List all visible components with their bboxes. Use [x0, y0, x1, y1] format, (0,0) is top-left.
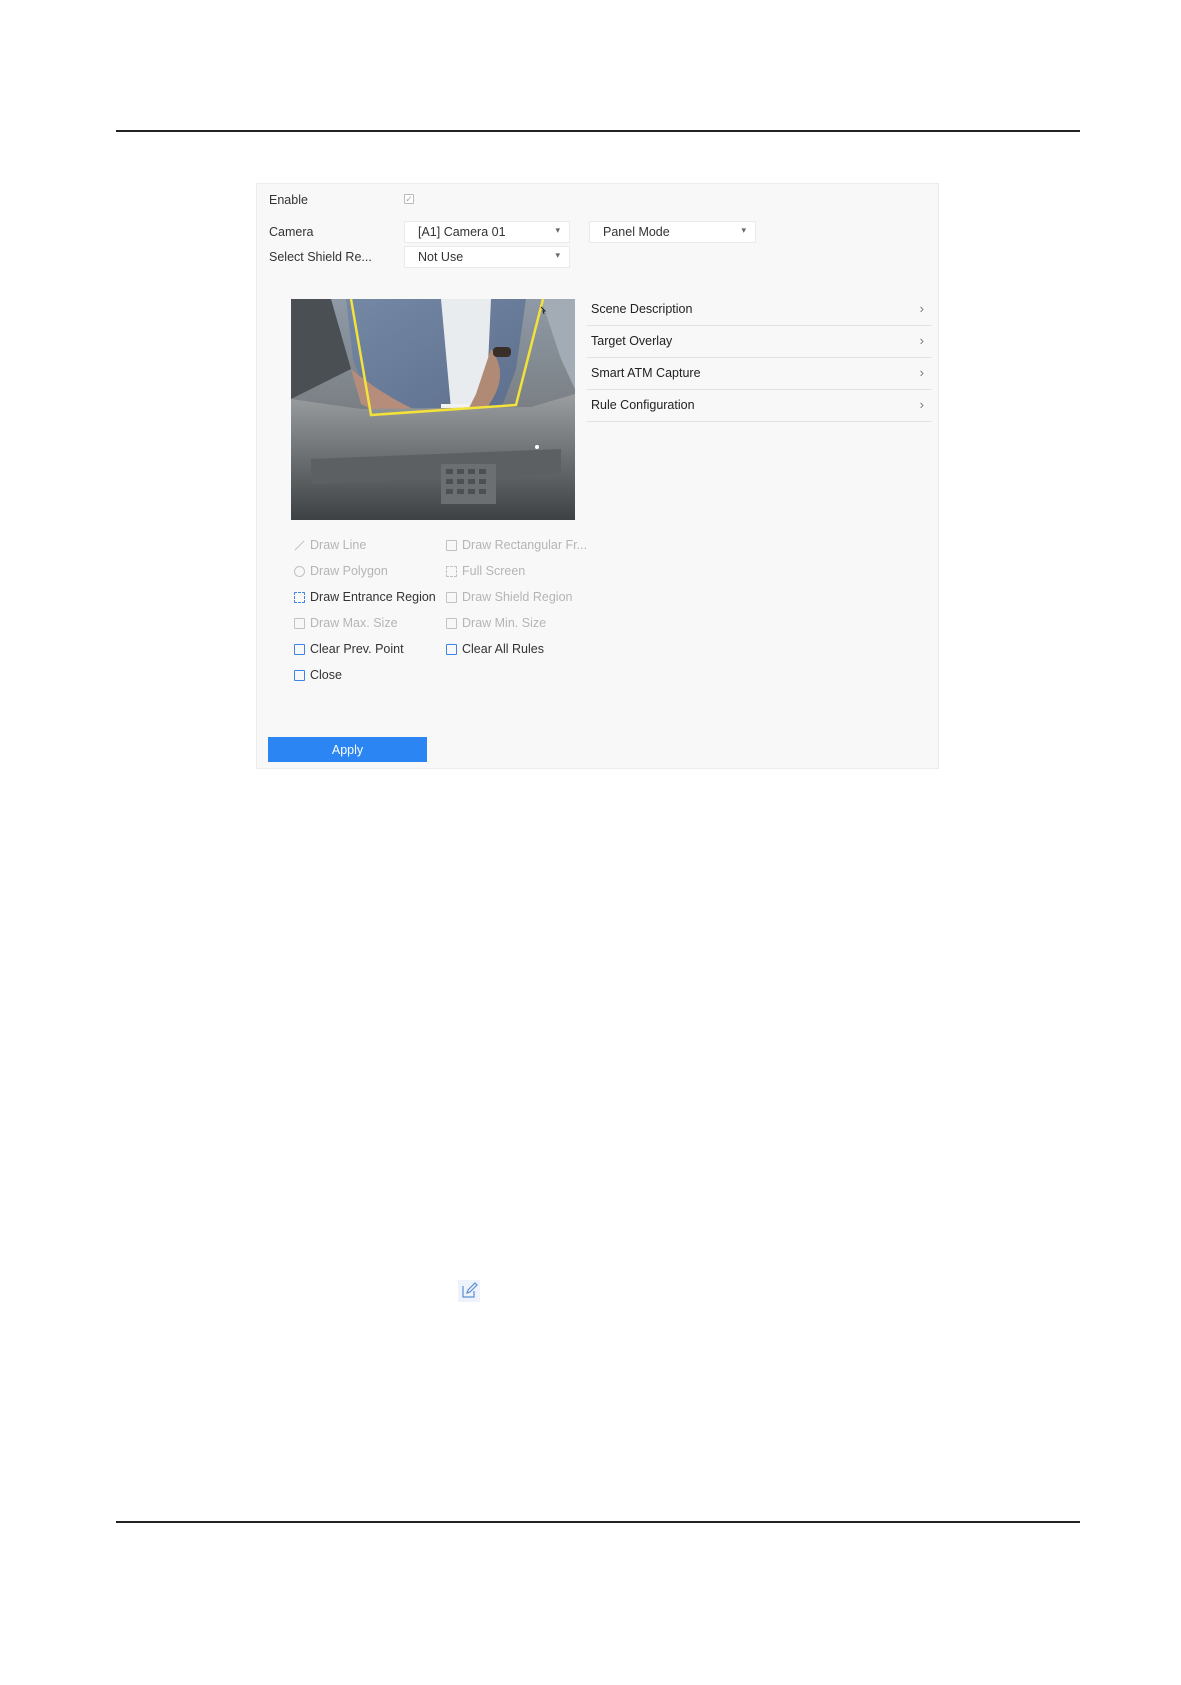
clear-all-icon [446, 644, 457, 655]
mode-select[interactable]: Panel Mode ▾ [589, 221, 756, 243]
menu-item-label: Scene Description [591, 302, 693, 316]
draw-entrance-region-label: Draw Entrance Region [310, 590, 436, 604]
caret-down-icon: ▾ [741, 225, 746, 235]
menu-item-smart-atm-capture[interactable]: Smart ATM Capture › [587, 358, 932, 390]
draw-max-size-label: Draw Max. Size [310, 616, 398, 630]
draw-rectangular-frame-label: Draw Rectangular Fr... [462, 538, 588, 552]
apply-button[interactable]: Apply [268, 737, 427, 762]
enable-checkbox[interactable]: ✓ [404, 194, 414, 204]
polygon-icon [294, 566, 305, 577]
rectangle-icon [446, 540, 457, 551]
caret-down-icon: ▾ [555, 225, 560, 235]
chevron-right-icon: › [919, 397, 924, 412]
full-screen-icon [446, 566, 457, 577]
camera-select-value: [A1] Camera 01 [418, 225, 506, 239]
shield-region-label: Select Shield Re... [269, 250, 372, 264]
camera-preview[interactable] [291, 299, 575, 520]
menu-item-label: Rule Configuration [591, 398, 695, 412]
mode-select-value: Panel Mode [603, 225, 670, 239]
clear-all-rules-label: Clear All Rules [462, 642, 544, 656]
menu-item-label: Smart ATM Capture [591, 366, 701, 380]
line-icon [294, 540, 305, 551]
menu-item-rule-configuration[interactable]: Rule Configuration › [587, 390, 932, 422]
chevron-right-icon: › [919, 333, 924, 348]
clear-point-icon [294, 644, 305, 655]
entrance-region-icon [294, 592, 305, 603]
enable-label: Enable [269, 193, 308, 207]
chevron-right-icon: › [919, 301, 924, 316]
shield-region-icon [446, 592, 457, 603]
draw-line-label: Draw Line [310, 538, 367, 552]
shield-region-select[interactable]: Not Use ▾ [404, 246, 570, 268]
footer-rule [116, 1521, 1080, 1523]
close-label: Close [310, 668, 342, 682]
full-screen-label: Full Screen [462, 564, 526, 578]
clear-prev-point-label: Clear Prev. Point [310, 642, 404, 656]
shield-region-value: Not Use [418, 250, 464, 264]
max-size-icon [294, 618, 305, 629]
camera-select[interactable]: [A1] Camera 01 ▾ [404, 221, 570, 243]
caret-down-icon: ▾ [555, 250, 560, 260]
menu-item-label: Target Overlay [591, 334, 673, 348]
menu-item-target-overlay[interactable]: Target Overlay › [587, 326, 932, 358]
draw-polygon-label: Draw Polygon [310, 564, 388, 578]
settings-panel: Enable ✓ Camera [A1] Camera 01 ▾ Panel M… [256, 183, 939, 769]
camera-preview-scene [291, 299, 575, 520]
config-menu: Scene Description › Target Overlay › Sma… [587, 294, 932, 422]
edit-icon [458, 1280, 480, 1302]
close-icon [294, 670, 305, 681]
draw-shield-region-label: Draw Shield Region [462, 590, 573, 604]
header-rule [116, 130, 1080, 132]
menu-item-scene-description[interactable]: Scene Description › [587, 294, 932, 326]
draw-min-size-label: Draw Min. Size [462, 616, 547, 630]
min-size-icon [446, 618, 457, 629]
chevron-right-icon: › [919, 365, 924, 380]
camera-label: Camera [269, 225, 314, 239]
